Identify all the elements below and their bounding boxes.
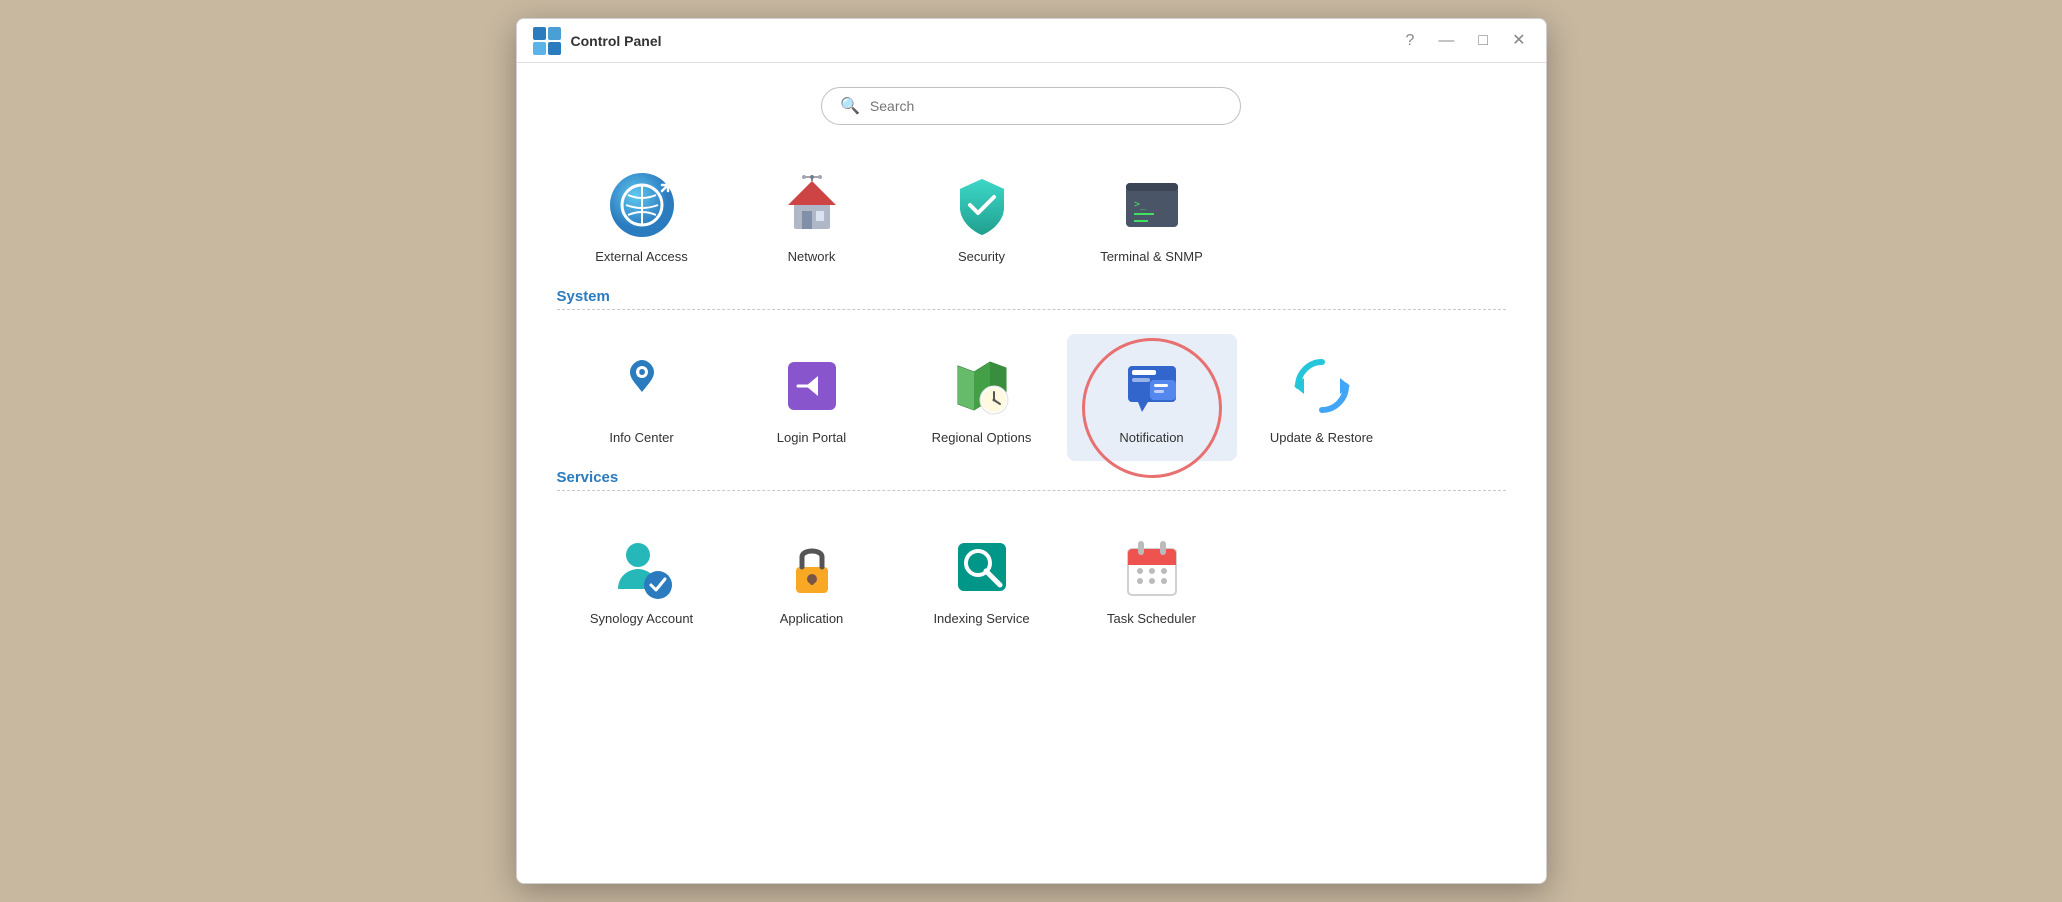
login-portal-icon [778, 352, 846, 420]
network-icon [778, 171, 846, 239]
item-network[interactable]: Network [727, 153, 897, 280]
security-label: Security [958, 249, 1005, 266]
close-button[interactable]: ✕ [1508, 31, 1529, 51]
terminal-snmp-label: Terminal & SNMP [1100, 249, 1203, 266]
info-center-icon: i [608, 352, 676, 420]
item-application[interactable]: Application [727, 515, 897, 642]
system-grid: i Info Center Login Portal [557, 334, 1506, 461]
external-access-label: External Access [595, 249, 688, 266]
terminal-snmp-icon: >_ [1118, 171, 1186, 239]
item-login-portal[interactable]: Login Portal [727, 334, 897, 461]
item-synology-account[interactable]: Synology Account [557, 515, 727, 642]
indexing-service-label: Indexing Service [933, 611, 1029, 628]
task-scheduler-icon [1118, 533, 1186, 601]
application-icon [778, 533, 846, 601]
security-icon [948, 171, 1016, 239]
task-scheduler-label: Task Scheduler [1107, 611, 1196, 628]
external-access-icon [608, 171, 676, 239]
regional-options-icon [948, 352, 1016, 420]
item-update-restore[interactable]: Update & Restore [1237, 334, 1407, 461]
info-center-label: Info Center [609, 430, 673, 447]
control-panel-window: Control Panel ? — □ ✕ 🔍 [516, 18, 1547, 884]
item-indexing-service[interactable]: Indexing Service [897, 515, 1067, 642]
window-controls: ? — □ ✕ [1402, 31, 1530, 51]
window-title: Control Panel [571, 33, 1402, 49]
svg-text:>_: >_ [1134, 199, 1147, 210]
maximize-button[interactable]: □ [1474, 31, 1492, 51]
update-restore-label: Update & Restore [1270, 430, 1373, 447]
item-notification[interactable]: Notification [1067, 334, 1237, 461]
search-wrapper[interactable]: 🔍 [821, 87, 1241, 125]
synology-account-icon [608, 533, 676, 601]
main-content: 🔍 [517, 63, 1546, 883]
item-security[interactable]: Security [897, 153, 1067, 280]
system-section-label: System [557, 288, 1506, 305]
system-divider [557, 309, 1506, 310]
notification-label: Notification [1119, 430, 1183, 447]
titlebar: Control Panel ? — □ ✕ [517, 19, 1546, 63]
search-icon: 🔍 [840, 96, 860, 116]
application-label: Application [780, 611, 844, 628]
login-portal-label: Login Portal [777, 430, 846, 447]
search-bar: 🔍 [557, 87, 1506, 125]
regional-options-label: Regional Options [932, 430, 1032, 447]
network-label: Network [788, 249, 836, 266]
synology-account-label: Synology Account [590, 611, 693, 628]
notification-icon [1118, 352, 1186, 420]
item-regional-options[interactable]: Regional Options [897, 334, 1067, 461]
item-terminal-snmp[interactable]: >_ Terminal & SNMP [1067, 153, 1237, 280]
help-button[interactable]: ? [1402, 31, 1419, 51]
minimize-button[interactable]: — [1434, 31, 1458, 51]
connectivity-grid: External Access [557, 153, 1506, 280]
search-input[interactable] [870, 98, 1222, 114]
item-task-scheduler[interactable]: Task Scheduler [1067, 515, 1237, 642]
update-restore-icon [1288, 352, 1356, 420]
indexing-service-icon [948, 533, 1016, 601]
services-section-label: Services [557, 469, 1506, 486]
services-grid: Synology Account Application [557, 515, 1506, 642]
svg-text:i: i [637, 368, 640, 380]
item-info-center[interactable]: i Info Center [557, 334, 727, 461]
app-icon [533, 27, 561, 55]
services-divider [557, 490, 1506, 491]
item-external-access[interactable]: External Access [557, 153, 727, 280]
